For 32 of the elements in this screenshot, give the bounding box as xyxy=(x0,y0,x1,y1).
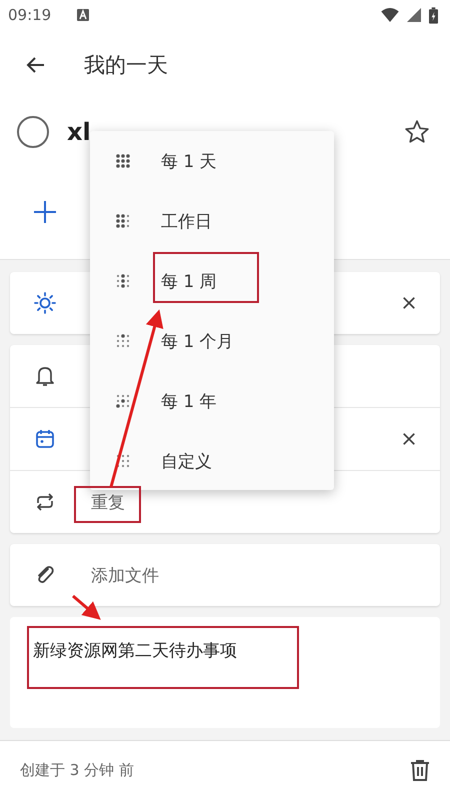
sun-icon xyxy=(33,291,57,315)
signal-icon xyxy=(407,8,421,22)
dots-icon xyxy=(115,153,131,169)
annotation-arrow xyxy=(72,594,101,620)
menu-item[interactable]: 每 1 天 xyxy=(90,131,334,191)
star-icon[interactable] xyxy=(404,119,430,145)
close-icon[interactable] xyxy=(402,296,416,310)
wifi-icon xyxy=(381,8,399,22)
battery-icon xyxy=(429,6,438,24)
calendar-icon xyxy=(33,427,57,451)
menu-item[interactable]: 自定义 xyxy=(90,431,334,491)
dots-icon xyxy=(115,213,131,229)
status-time: 09:19 xyxy=(8,6,52,24)
close-icon[interactable] xyxy=(402,432,416,446)
menu-item[interactable]: 每 1 年 xyxy=(90,371,334,431)
menu-item[interactable]: 每 1 周 xyxy=(90,251,334,311)
created-time: 创建于 3 分钟 前 xyxy=(20,760,134,780)
option-label[interactable]: 重复 xyxy=(91,490,125,514)
bell-icon xyxy=(33,364,57,388)
delete-icon[interactable] xyxy=(408,757,432,783)
option-label[interactable]: 添加文件 xyxy=(91,564,159,586)
note-text[interactable]: 新绿资源网第二天待办事项 xyxy=(33,641,237,661)
menu-item[interactable]: 每 1 个月 xyxy=(90,311,334,371)
dots-icon xyxy=(115,333,131,349)
dots-icon xyxy=(115,393,131,409)
page-title: 我的一天 xyxy=(84,52,168,79)
dots-icon xyxy=(115,273,131,289)
dots-icon xyxy=(115,453,131,469)
add-icon[interactable] xyxy=(33,200,57,224)
notification-icon xyxy=(77,9,90,21)
complete-checkbox[interactable] xyxy=(17,116,49,148)
highlight-frame xyxy=(74,486,141,523)
